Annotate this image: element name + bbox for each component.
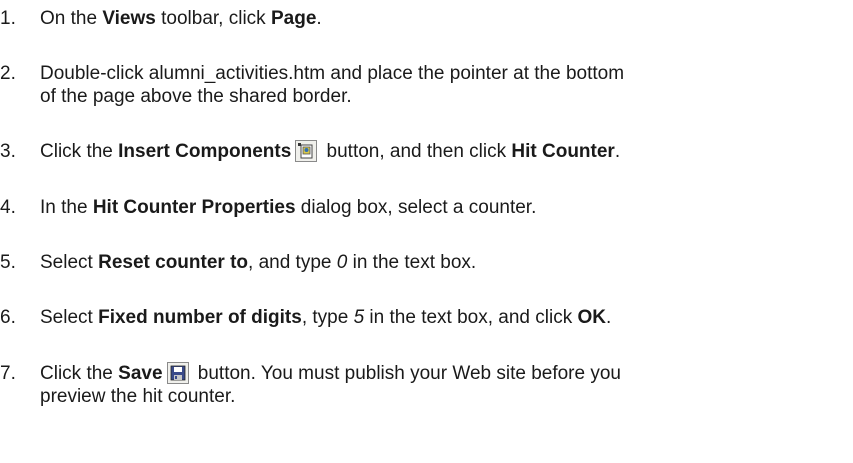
text-run: , type	[301, 307, 354, 328]
step-text: Double-click alumni_activities.htm and p…	[40, 62, 850, 108]
ui-term-ok: OK	[577, 307, 607, 328]
step-text: Select Fixed number of digits, type 5 in…	[40, 306, 850, 329]
step-number: 3.	[0, 141, 16, 162]
ui-term-hit-counter-properties: Hit Counter Properties	[92, 197, 296, 218]
text-run: in the text box.	[347, 252, 477, 273]
ui-term-save: Save	[118, 363, 163, 384]
text-run: toolbar, click	[155, 8, 271, 29]
ui-term-page: Page	[270, 8, 317, 29]
save-icon	[166, 362, 189, 384]
text-run: In the	[40, 197, 93, 218]
text-run: preview the hit counter.	[40, 386, 236, 407]
text-run: .	[614, 141, 621, 162]
step-text: Select Reset counter to, and type 0 in t…	[40, 251, 850, 274]
text-run: Click the	[40, 363, 119, 384]
text-run: .	[316, 8, 322, 29]
text-run: Click the	[40, 141, 119, 162]
step-number: 1.	[0, 8, 16, 29]
text-run: button. You must publish your Web site b…	[192, 363, 621, 384]
step-number: 5.	[0, 252, 16, 273]
text-run: Select	[40, 252, 99, 273]
text-run: dialog box, select a counter.	[295, 197, 537, 218]
ui-term-fixed-number-of-digits: Fixed number of digits	[98, 307, 302, 328]
text-run: .	[606, 307, 612, 328]
text-run: Select	[40, 307, 99, 328]
step-number: 4.	[0, 197, 16, 218]
step-text: In the Hit Counter Properties dialog box…	[40, 196, 850, 219]
ui-term-views: Views	[102, 8, 156, 29]
typed-value: 0	[336, 252, 348, 273]
text-run: of the page above the shared border.	[40, 86, 352, 107]
step-number: 7.	[0, 363, 16, 384]
text-run: in the text box, and click	[364, 307, 578, 328]
ui-term-hit-counter: Hit Counter	[511, 141, 615, 162]
text-run: Double-click alumni_activities.htm and p…	[40, 63, 625, 84]
step-text: Click the Insert Components button, and …	[40, 140, 850, 163]
text-run: , and type	[248, 252, 337, 273]
step-number: 6.	[0, 307, 16, 328]
step-number: 2.	[0, 63, 16, 84]
ui-term-reset-counter-to: Reset counter to	[98, 252, 249, 273]
step-text: On the Views toolbar, click Page.	[40, 7, 850, 30]
text-run: button, and then click	[321, 141, 512, 162]
typed-value: 5	[353, 307, 365, 328]
step-text: Click the Save button. You must publish …	[40, 362, 850, 408]
text-run: On the	[40, 8, 103, 29]
ui-term-insert-components: Insert Components	[118, 141, 292, 162]
insert-components-icon	[295, 140, 318, 162]
